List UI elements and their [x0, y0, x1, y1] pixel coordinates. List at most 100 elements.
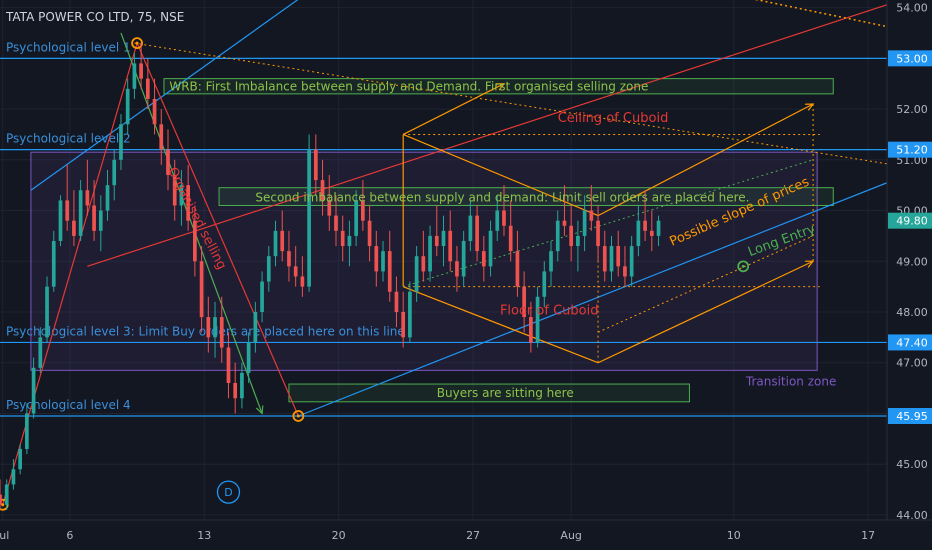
candle-body	[508, 225, 513, 252]
floor-label: Floor of Cuboid	[500, 304, 599, 319]
candle-body	[260, 281, 264, 312]
candle-body	[145, 78, 150, 99]
price-level-badge-text: 53.00	[896, 52, 928, 65]
candle-body	[434, 235, 439, 247]
time-tick-label: 20	[332, 529, 346, 542]
candle-body	[421, 256, 426, 272]
candle-body	[206, 317, 211, 338]
candle-body	[656, 220, 661, 236]
candle-body	[555, 220, 560, 252]
price-level-badge-text: 45.95	[896, 410, 928, 423]
candle-body	[72, 220, 76, 236]
candle-body	[649, 230, 654, 236]
price-chart[interactable]: Psychological level 1 Psychological level…	[0, 0, 932, 550]
time-tick-label: 6	[66, 529, 73, 542]
candle-body	[152, 98, 157, 125]
candle-body	[98, 210, 103, 231]
candle-body	[11, 469, 16, 485]
candle-body	[455, 261, 459, 277]
candle-body	[199, 261, 204, 318]
candle-body	[139, 63, 143, 79]
candle-body	[334, 215, 338, 231]
time-tick-label: 10	[727, 529, 741, 542]
candle-body	[240, 372, 244, 399]
pivot-high-circle-dot	[135, 41, 139, 45]
time-tick-label: Jul	[0, 529, 9, 542]
candle-body	[394, 291, 399, 312]
time-tick-label: 27	[466, 529, 480, 542]
candle-body	[132, 63, 137, 89]
candle-body	[475, 215, 479, 252]
candle-body	[367, 220, 372, 247]
candle-body	[636, 220, 641, 247]
candle-body	[300, 276, 305, 287]
candle-body	[340, 230, 345, 247]
candle-body	[226, 347, 231, 384]
candle-body	[313, 149, 318, 181]
candle-body	[4, 484, 9, 505]
candle-body	[85, 190, 90, 206]
candle-body	[65, 200, 70, 221]
price-tick-label: 47.00	[896, 357, 928, 370]
candle-body	[159, 124, 164, 150]
candle-body	[219, 317, 224, 348]
candle-body	[542, 271, 547, 297]
dividend-marker-label: D	[224, 486, 232, 499]
price-level-label: Psychological level 2	[6, 132, 131, 146]
candle-body	[112, 159, 117, 186]
candle-body	[596, 220, 600, 247]
candle-body	[602, 246, 607, 272]
price-level-label: Psychological level 4	[6, 398, 131, 412]
time-axis[interactable]: Jul 6 13 20 27 Aug 10 17	[0, 519, 932, 550]
candle-body	[213, 317, 217, 338]
long-entry-circle-dot	[741, 264, 745, 268]
candle-body	[428, 235, 432, 272]
candle-body	[31, 367, 36, 414]
time-tick-label: 13	[197, 529, 211, 542]
price-tick-label: 49.00	[896, 255, 928, 268]
candle-body	[105, 185, 110, 211]
price-level-badge-text: 51.20	[896, 144, 928, 157]
transition-zone: Transition zone	[745, 375, 836, 389]
candle-body	[623, 266, 627, 277]
price-tick-label: 54.00	[896, 2, 928, 15]
candle-body	[92, 205, 96, 231]
candle-body	[354, 200, 358, 236]
candle-body	[45, 286, 49, 338]
candle-body	[287, 251, 291, 267]
candle-body	[125, 88, 130, 125]
pivot-low2-circle-dot	[296, 414, 300, 418]
candle-body	[629, 246, 634, 277]
candle-body	[18, 448, 23, 470]
second-imbalance-zone: Second imbalance between supply and dema…	[255, 190, 749, 204]
buyers-zone: Buyers are sitting here	[437, 386, 574, 400]
candle	[58, 195, 63, 247]
price-tick-label: 52.00	[896, 103, 928, 116]
candle-body	[569, 225, 574, 247]
candle-body	[25, 413, 29, 449]
candle-body	[495, 210, 500, 231]
candle-body	[576, 235, 580, 247]
price-tick-label: 48.00	[896, 306, 928, 319]
price-axis[interactable]: 44.0045.0046.0047.0048.0049.0050.0051.00…	[886, 0, 932, 550]
candle-body	[381, 251, 385, 272]
candle-body	[0, 494, 2, 505]
chart-title: TATA POWER CO LTD, 75, NSE	[5, 10, 184, 24]
candle-body	[515, 251, 520, 287]
candle-body	[78, 190, 83, 236]
price-tick-label: 45.00	[896, 458, 928, 471]
candle-body	[38, 337, 43, 368]
candle-body	[468, 215, 473, 241]
candle-body	[609, 246, 614, 272]
candle-body	[280, 230, 285, 252]
last-price-badge-text: 49.80	[896, 215, 928, 228]
candle-body	[562, 220, 567, 226]
candle-body	[461, 240, 466, 277]
candle-body	[51, 240, 56, 287]
candle-body	[293, 266, 298, 277]
candle-body	[266, 256, 271, 282]
candle-body	[401, 312, 406, 338]
candle-body	[441, 230, 446, 247]
candle-body	[347, 235, 352, 247]
candle-body	[502, 210, 506, 226]
